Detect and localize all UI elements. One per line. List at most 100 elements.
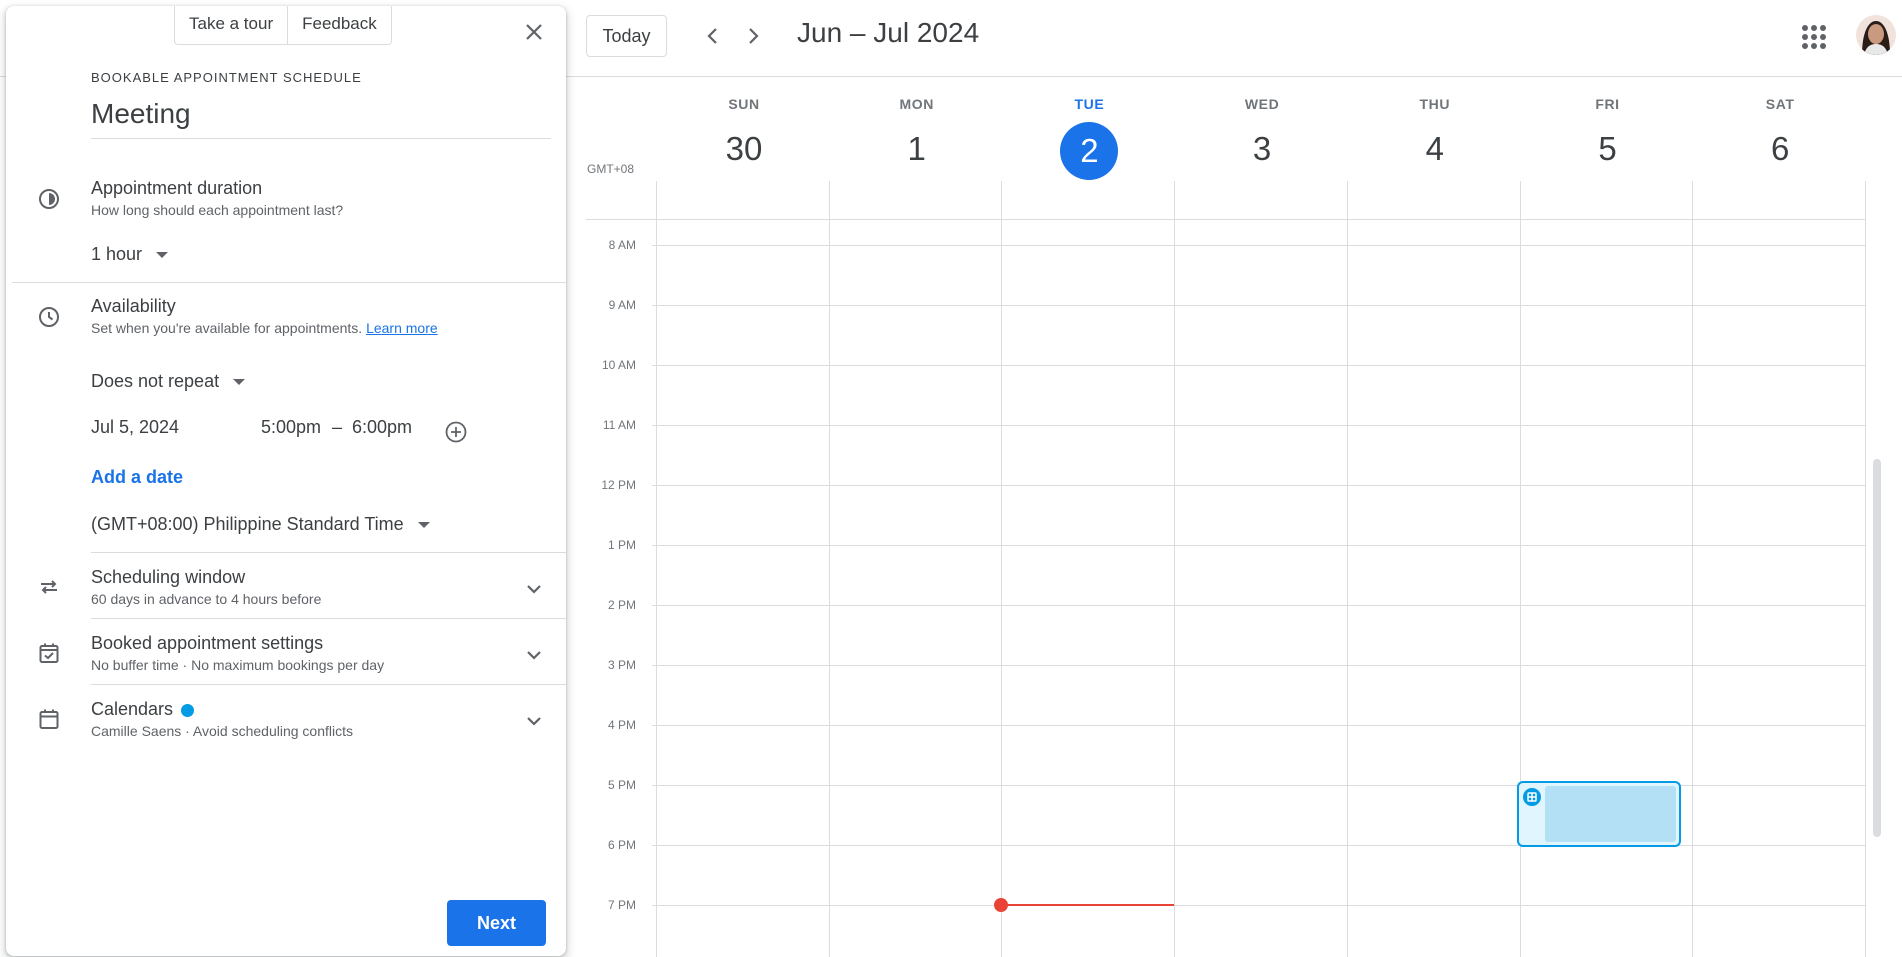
day-number[interactable]: 30	[658, 122, 830, 178]
caret-down-icon	[233, 378, 246, 385]
chevron-left-icon	[707, 28, 717, 44]
hour-label: 10 AM	[601, 358, 636, 372]
day-column-divider	[1346, 181, 1348, 957]
account-avatar[interactable]	[1856, 15, 1896, 55]
day-header-tue[interactable]: TUE 2	[1003, 96, 1175, 180]
availability-title: Availability	[91, 296, 176, 316]
day-header-fri[interactable]: FRI 5	[1522, 96, 1694, 178]
tour-feedback-group: Take a tour Feedback	[174, 6, 392, 45]
timezone-label: GMT+08	[587, 162, 635, 176]
hour-label: 4 PM	[607, 718, 636, 732]
day-column-divider	[1864, 181, 1866, 957]
chevron-down-icon	[527, 717, 541, 726]
calendar-color-dot	[181, 703, 195, 717]
scheduling-window-subtitle: 60 days in advance to 4 hours before	[91, 591, 322, 607]
day-name: FRI	[1595, 96, 1620, 112]
duration-icon	[37, 187, 61, 211]
previous-week-button[interactable]	[697, 20, 729, 52]
appointment-slot-fill	[1545, 786, 1676, 842]
day-header-sun[interactable]: SUN 30	[658, 96, 830, 178]
day-number[interactable]: 1	[831, 122, 1003, 178]
close-panel-button[interactable]	[518, 16, 550, 48]
hour-gridline	[652, 305, 1866, 306]
duration-select[interactable]: 1 hour	[91, 244, 169, 265]
add-date-button[interactable]: Add a date	[91, 467, 183, 488]
repeat-value: Does not repeat	[91, 371, 220, 391]
day-column-divider	[1174, 181, 1176, 957]
calendar-scrollbar[interactable]	[1873, 459, 1881, 837]
day-number[interactable]: 3	[1176, 122, 1348, 178]
google-apps-icon[interactable]	[1799, 22, 1829, 52]
chevron-right-icon	[749, 28, 759, 44]
appointment-slot-block[interactable]	[1517, 781, 1681, 847]
duration-value: 1 hour	[91, 244, 143, 264]
swap-arrows-icon	[37, 575, 61, 599]
event-available-icon	[37, 641, 61, 665]
day-number[interactable]: 4	[1349, 122, 1521, 178]
appointment-schedule-panel: Take a tour Feedback BOOKABLE APPOINTMEN…	[6, 6, 566, 956]
hour-label: 2 PM	[607, 598, 636, 612]
next-button[interactable]: Next	[447, 900, 546, 946]
end-time-field[interactable]: 6:00pm	[352, 417, 412, 438]
chevron-down-icon	[527, 651, 541, 660]
day-number-text: 30	[725, 130, 763, 167]
day-name: SAT	[1765, 96, 1795, 112]
day-number[interactable]: 5	[1522, 122, 1694, 178]
availability-subtitle: Set when you're available for appointmen…	[91, 320, 438, 336]
hour-gridline	[652, 485, 1866, 486]
hour-gridline	[652, 785, 1866, 786]
caret-down-icon	[156, 251, 169, 258]
timezone-value: (GMT+08:00) Philippine Standard Time	[91, 514, 404, 534]
day-number-text: 5	[1598, 130, 1617, 167]
current-time-dot	[994, 898, 1008, 912]
expand-scheduling-window-button[interactable]	[522, 577, 546, 601]
expand-booked-settings-button[interactable]	[522, 643, 546, 667]
day-number-text: 6	[1771, 130, 1790, 167]
timezone-select[interactable]: (GMT+08:00) Philippine Standard Time	[91, 514, 430, 535]
hour-label: 6 PM	[607, 838, 636, 852]
calendars-title: Calendars	[91, 699, 195, 720]
day-header-thu[interactable]: THU 4	[1349, 96, 1521, 178]
date-range-title: Jun – Jul 2024	[797, 17, 980, 48]
duration-subtitle: How long should each appointment last?	[91, 202, 344, 218]
next-week-button[interactable]	[737, 20, 769, 52]
day-column-divider	[828, 181, 830, 957]
add-time-button[interactable]	[444, 420, 468, 444]
day-number-text: 2	[1060, 122, 1119, 180]
hour-gridline	[652, 845, 1866, 846]
expand-calendars-button[interactable]	[522, 709, 546, 733]
hour-gridline	[652, 545, 1866, 546]
repeat-select[interactable]: Does not repeat	[91, 371, 246, 392]
booked-settings-subtitle: No buffer time · No maximum bookings per…	[91, 657, 385, 673]
clock-icon	[37, 305, 61, 329]
day-number-text: 3	[1252, 130, 1272, 167]
close-icon	[526, 24, 542, 40]
day-column-divider	[1692, 181, 1694, 957]
section-divider	[91, 618, 566, 619]
learn-more-link[interactable]: Learn more	[366, 320, 438, 336]
day-header-sat[interactable]: SAT 6	[1694, 96, 1866, 178]
day-header-mon[interactable]: MON 1	[831, 96, 1003, 178]
add-circle-icon	[445, 421, 467, 443]
take-tour-button[interactable]: Take a tour	[175, 6, 287, 44]
hour-gridline	[652, 365, 1866, 366]
date-field[interactable]: Jul 5, 2024	[91, 417, 179, 438]
day-name: WED	[1244, 96, 1280, 112]
start-time-field[interactable]: 5:00pm	[261, 417, 321, 438]
hour-label: 9 AM	[608, 298, 636, 312]
hour-gridline	[652, 245, 1866, 246]
feedback-button[interactable]: Feedback	[287, 6, 391, 44]
day-header-wed[interactable]: WED 3	[1176, 96, 1348, 178]
availability-subtitle-text: Set when you're available for appointmen…	[91, 320, 363, 336]
day-number[interactable]: 2	[1003, 122, 1175, 180]
panel-kicker: BOOKABLE APPOINTMENT SCHEDULE	[91, 70, 362, 85]
caret-down-icon	[417, 521, 430, 528]
day-name: MON	[899, 96, 934, 112]
schedule-title-input[interactable]: Meeting	[91, 94, 551, 139]
chevron-down-icon	[527, 585, 541, 594]
hour-label: 5 PM	[607, 778, 636, 792]
today-button[interactable]: Today	[586, 15, 667, 57]
day-number[interactable]: 6	[1694, 122, 1866, 178]
hour-gridline	[652, 905, 1866, 906]
duration-title: Appointment duration	[91, 178, 263, 198]
